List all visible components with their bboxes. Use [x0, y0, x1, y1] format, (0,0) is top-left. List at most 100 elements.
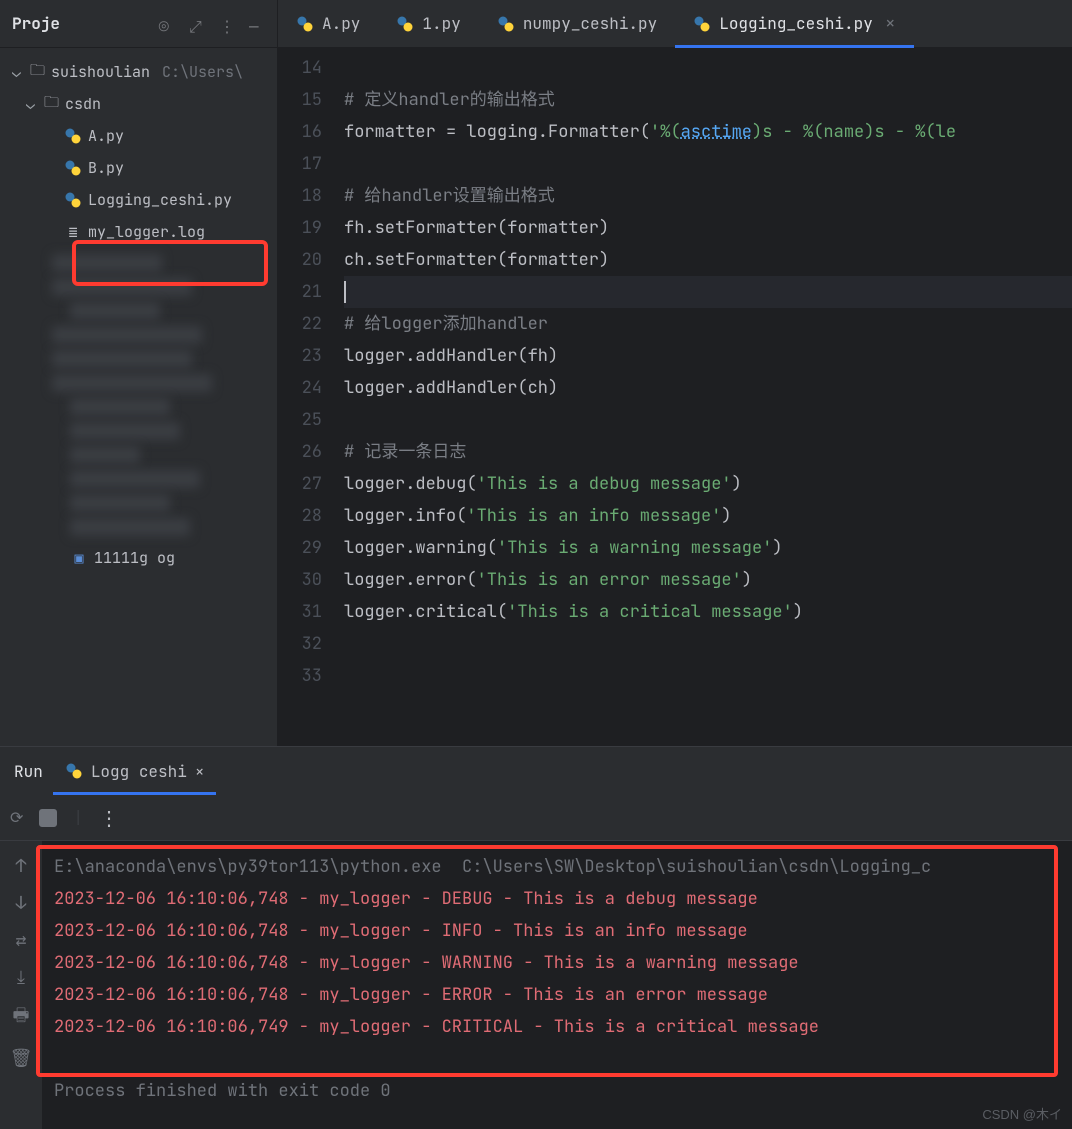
code-line[interactable]: logger.critical('This is a critical mess…: [344, 596, 1072, 628]
console-sidebar: ↑ ↓ ⇄ ⤓ 🖶 🗑: [0, 841, 42, 1129]
code-line[interactable]: logger.warning('This is a warning messag…: [344, 532, 1072, 564]
code-line[interactable]: logger.addHandler(fh): [344, 340, 1072, 372]
blurred-item: [70, 518, 190, 536]
tab-label: Logging_ceshi.py: [719, 13, 873, 34]
tree-root[interactable]: ⌄ 🗀 suishoulian C:\Users\: [0, 56, 277, 88]
watermark: CSDN @木イ: [982, 1104, 1062, 1123]
sidebar-toolbar: ◎ ⤢ ⋮ —: [159, 16, 265, 32]
run-toolbar: ⟳ | ⋮: [0, 795, 1072, 841]
blurred-item: [52, 326, 202, 344]
code-line[interactable]: [344, 404, 1072, 436]
tab-A-py[interactable]: A.py: [278, 0, 378, 47]
editor-area: A.py1.pynumpy_ceshi.pyLogging_ceshi.py× …: [278, 0, 1072, 746]
tree-file[interactable]: A.py: [0, 120, 277, 152]
blurred-item: [70, 446, 140, 464]
tree-folder-csdn[interactable]: ⌄ 🗀 csdn: [0, 88, 277, 120]
code-line[interactable]: [344, 628, 1072, 660]
tree-file[interactable]: Logging_ceshi.py: [0, 184, 277, 216]
tree-label: suishoulian: [51, 62, 150, 82]
blurred-item: [52, 254, 162, 272]
settings-icon[interactable]: ⋮: [219, 16, 235, 32]
folder-icon: 🗀: [44, 92, 59, 117]
code-line[interactable]: logger.error('This is an error message'): [344, 564, 1072, 596]
console-line: 2023-12-06 16:10:06,749 - my_logger - CR…: [54, 1011, 1060, 1043]
console-wrap: ↑ ↓ ⇄ ⤓ 🖶 🗑 E:\anaconda\envs\py39tor113\…: [0, 841, 1072, 1129]
console-line: 2023-12-06 16:10:06,748 - my_logger - IN…: [54, 915, 1060, 947]
tree-label: B.py: [88, 158, 124, 178]
close-icon[interactable]: ×: [195, 761, 205, 782]
console-line: E:\anaconda\envs\py39tor113\python.exe C…: [54, 851, 1060, 883]
code-line[interactable]: # 给handler设置输出格式: [344, 180, 1072, 212]
text-file-icon: ≣: [64, 222, 82, 242]
folder-icon: 🗀: [30, 60, 45, 85]
hide-icon[interactable]: —: [249, 16, 265, 32]
console-line: [54, 1043, 1060, 1075]
python-file-icon: [497, 15, 515, 33]
tab-numpy_ceshi-py[interactable]: numpy_ceshi.py: [479, 0, 675, 47]
project-tree: ⌄ 🗀 suishoulian C:\Users\ ⌄ 🗀 csdn A.py …: [0, 48, 277, 582]
sidebar-header: Proje ◎ ⤢ ⋮ —: [0, 0, 277, 48]
blurred-item: [52, 278, 192, 296]
tab-1-py[interactable]: 1.py: [378, 0, 478, 47]
editor-body[interactable]: 1415161718192021222324252627282930313233…: [278, 48, 1072, 746]
locate-icon[interactable]: ◎: [159, 16, 175, 32]
blurred-item: [70, 422, 180, 440]
tab-Logging_ceshi-py[interactable]: Logging_ceshi.py ×: [675, 0, 913, 47]
code-line[interactable]: [344, 276, 1072, 308]
python-file-icon: [693, 15, 711, 33]
code-line[interactable]: formatter = logging.Formatter('%(asctime…: [344, 116, 1072, 148]
trash-icon[interactable]: 🗑: [10, 1047, 33, 1070]
wrap-icon[interactable]: ⇄: [16, 929, 27, 952]
down-icon[interactable]: ↓: [16, 892, 27, 915]
code-line[interactable]: fh.setFormatter(formatter): [344, 212, 1072, 244]
blurred-item: [70, 470, 200, 488]
project-sidebar: Proje ◎ ⤢ ⋮ — ⌄ 🗀 suishoulian C:\Users\ …: [0, 0, 278, 746]
code-line[interactable]: # 记录一条日志: [344, 436, 1072, 468]
run-tab[interactable]: Logg ceshi ×: [53, 747, 217, 795]
code-line[interactable]: logger.addHandler(ch): [344, 372, 1072, 404]
run-header: Run Logg ceshi ×: [0, 747, 1072, 795]
code-line[interactable]: logger.info('This is an info message'): [344, 500, 1072, 532]
code[interactable]: # 定义handler的输出格式formatter = logging.Form…: [338, 48, 1072, 746]
up-icon[interactable]: ↑: [16, 855, 27, 878]
tab-label: 1.py: [422, 13, 460, 34]
python-file-icon: [396, 15, 414, 33]
tree-label: csdn: [65, 94, 101, 114]
code-line[interactable]: # 给logger添加handler: [344, 308, 1072, 340]
stop-button[interactable]: [39, 809, 57, 827]
python-file-icon: [64, 159, 82, 177]
editor-tabs: A.py 1.py numpy_ceshi.py Logging_ceshi.py ×: [278, 0, 1072, 48]
sidebar-title: Proje: [12, 13, 60, 34]
python-file-icon: [65, 762, 83, 780]
tree-file-log[interactable]: ≣ my_logger.log: [0, 216, 277, 248]
tab-label: A.py: [322, 13, 360, 34]
tree-path: C:\Users\: [162, 62, 243, 82]
tree-file[interactable]: B.py: [0, 152, 277, 184]
tab-label: numpy_ceshi.py: [523, 13, 657, 34]
code-line[interactable]: ch.setFormatter(formatter): [344, 244, 1072, 276]
tree-label: Logging_ceshi.py: [88, 190, 232, 210]
code-line[interactable]: [344, 660, 1072, 692]
blurred-item: [70, 398, 170, 416]
console-line: 2023-12-06 16:10:06,748 - my_logger - ER…: [54, 979, 1060, 1011]
python-file-icon: [296, 15, 314, 33]
close-icon[interactable]: ×: [885, 12, 896, 35]
code-line[interactable]: logger.debug('This is a debug message'): [344, 468, 1072, 500]
expand-icon[interactable]: ⤢: [189, 16, 205, 32]
console-output[interactable]: E:\anaconda\envs\py39tor113\python.exe C…: [42, 841, 1072, 1129]
console-line: Process finished with exit code 0: [54, 1075, 1060, 1107]
print-icon[interactable]: 🖶: [13, 1003, 30, 1033]
blurred-item: [52, 350, 192, 368]
tree-label: my_logger.log: [88, 222, 205, 242]
scroll-icon[interactable]: ⤓: [17, 966, 25, 989]
tree-file[interactable]: ▣ 11111g og: [0, 542, 277, 574]
code-line[interactable]: [344, 148, 1072, 180]
chevron-down-icon: ⌄: [12, 62, 24, 82]
code-line[interactable]: [344, 52, 1072, 84]
rerun-icon[interactable]: ⟳: [10, 807, 23, 828]
chevron-down-icon: ⌄: [26, 94, 38, 114]
code-line[interactable]: # 定义handler的输出格式: [344, 84, 1072, 116]
run-label: Run: [14, 761, 43, 782]
more-icon[interactable]: ⋮: [99, 805, 121, 831]
blurred-item: [70, 494, 170, 512]
